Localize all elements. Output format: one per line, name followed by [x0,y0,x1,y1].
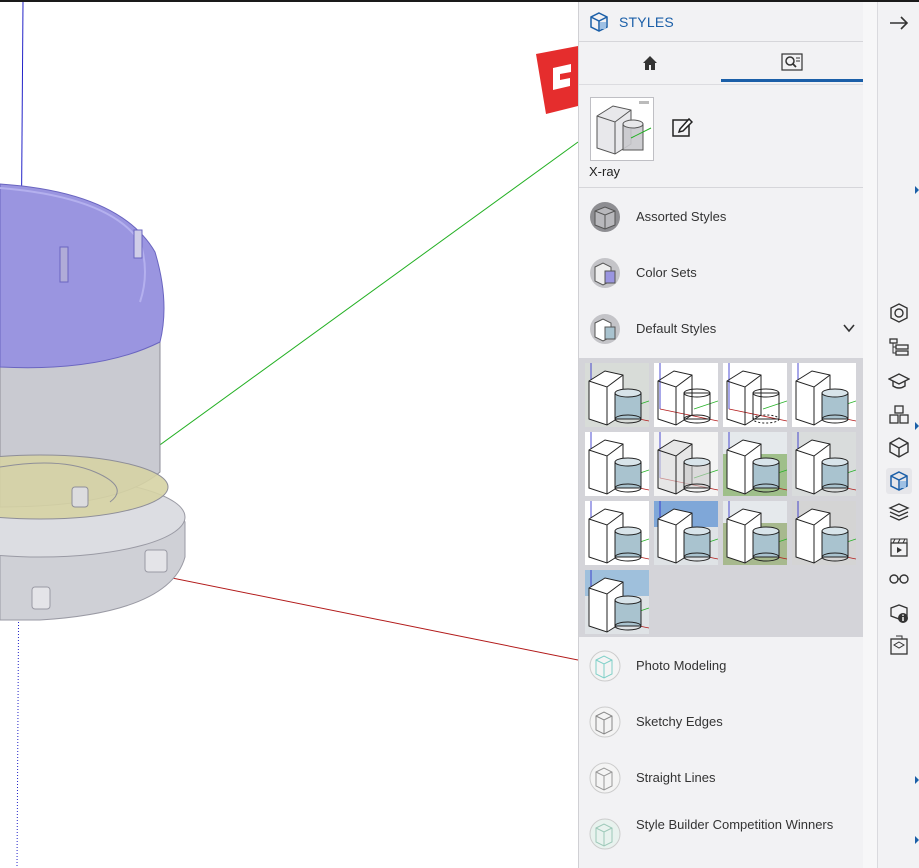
rail-button-outliner[interactable] [886,334,912,360]
style-builder-icon [589,818,621,850]
rail-button-styles[interactable] [886,468,912,494]
collection-label: Assorted Styles [636,209,727,224]
rail-button-materials[interactable] [886,434,912,460]
style-thumbnail[interactable] [585,363,649,427]
style-thumbnail[interactable] [723,501,787,565]
tab-home[interactable] [579,44,721,82]
entity-info-icon [890,303,908,323]
style-thumbnail[interactable] [585,570,649,634]
tab-search-styles[interactable] [721,44,863,82]
materials-icon [889,437,909,458]
panel-title: STYLES [619,14,674,30]
style-preview-image [585,570,649,634]
collection-sketchy-edges[interactable]: Sketchy Edges [579,694,864,750]
sketchup-logo [536,46,578,114]
collection-label: Sketchy Edges [636,714,723,729]
collection-default-styles[interactable]: Default Styles [579,301,864,357]
style-preview-image [585,501,649,565]
rail-button-entity-info[interactable] [886,300,912,326]
style-thumbnail[interactable] [792,501,856,565]
style-preview-image [792,501,856,565]
styles-cube-icon [590,12,608,32]
styles-tabs [579,44,864,82]
rail-button-scenes[interactable] [886,534,912,560]
default-styles-grid [579,358,864,637]
instructor-icon [888,373,910,389]
rail-expand-arrow-icon [915,776,919,784]
rail-button-instructor[interactable] [886,368,912,394]
style-thumbnail[interactable] [792,363,856,427]
straight-lines-icon [589,762,621,794]
style-preview-image [654,363,718,427]
style-thumbnail[interactable] [654,432,718,496]
collapse-tray-button[interactable] [886,10,912,36]
style-thumbnail[interactable] [585,501,649,565]
scenes-icon [890,538,908,557]
style-preview-image [792,432,856,496]
components-icon [889,405,909,424]
collection-label: Color Sets [636,265,697,280]
style-preview-image [723,501,787,565]
style-thumbnail[interactable] [792,432,856,496]
model-scene[interactable] [0,2,578,868]
xray-thumbnail-image [596,101,652,155]
collection-style-builder-winners[interactable]: Style Builder Competition Winners [579,806,864,862]
panel-header: STYLES ▲ [579,2,871,42]
current-style-thumbnail[interactable] [590,97,654,161]
tags-icon [888,503,910,521]
style-thumbnail[interactable] [654,363,718,427]
collection-label: Style Builder Competition Winners [636,817,834,832]
style-preview-image [654,432,718,496]
collection-label: Photo Modeling [636,658,727,673]
home-icon [643,56,657,70]
rail-expand-arrow-icon [915,422,919,430]
sketchy-edges-icon [589,706,621,738]
panel-gutter [863,2,877,868]
collection-photo-modeling[interactable]: Photo Modeling [579,638,864,694]
styles-panel: STYLES ▲ [578,2,871,868]
display-icon [889,574,909,584]
assorted-styles-icon [590,202,620,232]
color-sets-icon [590,258,620,288]
extension-warehouse-icon [890,635,908,655]
model-top-cap [0,183,165,369]
edit-icon[interactable] [671,116,693,138]
style-preview-image [792,363,856,427]
chevron-down-icon[interactable] [842,321,856,335]
rail-button-display[interactable] [886,566,912,592]
modeling-viewport[interactable] [0,2,578,868]
style-thumbnail[interactable] [723,432,787,496]
rail-button-components[interactable] [886,402,912,428]
style-preview-image [723,432,787,496]
style-thumbnail[interactable] [585,432,649,496]
style-preview-image [723,363,787,427]
style-preview-image [654,501,718,565]
outliner-icon [889,338,909,356]
rail-button-extension-warehouse[interactable] [886,632,912,658]
rail-expand-arrow-icon [915,836,919,844]
current-style: X-ray [579,84,864,188]
current-style-name: X-ray [589,164,621,179]
style-thumbnail[interactable] [723,363,787,427]
search-image-icon [781,52,803,71]
tray-rail [877,2,919,868]
rail-expand-arrow-icon [915,186,919,194]
collection-label: Straight Lines [636,770,716,785]
rail-button-model-info[interactable] [886,600,912,626]
arrow-right-icon [890,16,909,30]
style-preview-image [585,363,649,427]
model-info-icon [890,604,908,623]
photo-modeling-icon [589,650,621,682]
collection-label: Default Styles [636,321,717,336]
default-styles-icon [590,314,620,344]
style-preview-image [585,432,649,496]
style-thumbnail[interactable] [654,501,718,565]
rail-button-tags[interactable] [886,500,912,526]
collection-assorted-styles[interactable]: Assorted Styles [579,189,864,245]
styles-icon [890,471,908,491]
collection-straight-lines[interactable]: Straight Lines [579,750,864,806]
collection-color-sets[interactable]: Color Sets [579,245,864,301]
